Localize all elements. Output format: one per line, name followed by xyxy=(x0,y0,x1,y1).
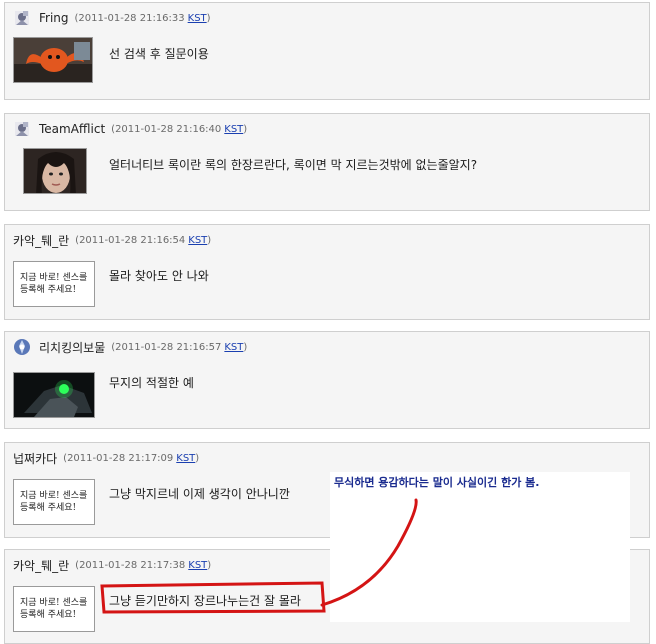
comment-thumbnail-placeholder[interactable]: 지금 바로! 센스를 등록해 주세요! xyxy=(13,261,95,307)
user-badge-icon xyxy=(13,9,31,27)
user-badge-icon xyxy=(13,120,31,138)
timestamp-close: ) xyxy=(207,559,212,571)
comment-text: 얼터너티브 록이란 록의 한장르란다, 록이면 막 지르는것밖에 없는줄알지? xyxy=(109,158,478,172)
comment-meta: 리치킹의보물 (2011-01-28 21:16:57 KST ) xyxy=(13,338,247,356)
comment-author[interactable]: 리치킹의보물 xyxy=(39,339,105,356)
comment-card: 카악_퉤_란 (2011-01-28 21:16:54 KST ) 지금 바로!… xyxy=(4,224,650,320)
comment-card: TeamAfflict (2011-01-28 21:16:40 KST ) 얼… xyxy=(4,113,650,211)
comment-author[interactable]: 카악_퉤_란 xyxy=(13,557,69,574)
comment-timestamp: (2011-01-28 21:16:54 xyxy=(75,234,186,246)
comment-text: 선 검색 후 질문이용 xyxy=(109,47,209,61)
comment-card: 리치킹의보물 (2011-01-28 21:16:57 KST ) 무지의 적절… xyxy=(4,331,650,429)
timezone-link[interactable]: KST xyxy=(224,342,243,353)
comment-meta: 카악_퉤_란 (2011-01-28 21:16:54 KST ) xyxy=(13,231,211,249)
comment-meta: Fring (2011-01-28 21:16:33 KST ) xyxy=(13,9,211,27)
timezone-link[interactable]: KST xyxy=(188,235,207,246)
placeholder-line: 등록해 주세요! xyxy=(20,610,77,620)
comment-meta: TeamAfflict (2011-01-28 21:16:40 KST ) xyxy=(13,120,247,138)
comment-timestamp: (2011-01-28 21:16:40 xyxy=(111,123,222,135)
comment-author[interactable]: TeamAfflict xyxy=(39,122,105,136)
placeholder-line: 지금 바로! 센스를 xyxy=(20,273,88,283)
placeholder-line: 지금 바로! 센스를 xyxy=(20,491,88,501)
comment-timestamp: (2011-01-28 21:16:33 xyxy=(74,12,185,24)
placeholder-line: 지금 바로! 센스를 xyxy=(20,598,88,608)
comment-thumbnail-placeholder[interactable]: 지금 바로! 센스를 등록해 주세요! xyxy=(13,586,95,632)
timestamp-close: ) xyxy=(243,341,248,353)
placeholder-line: 등록해 주세요! xyxy=(20,285,77,295)
comment-timestamp: (2011-01-28 21:17:09 xyxy=(63,452,174,464)
placeholder-line: 등록해 주세요! xyxy=(20,503,77,513)
comment-text: 그냥 듣기만하지 장르나누는건 잘 몰라 xyxy=(109,594,301,608)
comment-text: 무지의 적절한 예 xyxy=(109,376,194,390)
comment-card: Fring (2011-01-28 21:16:33 KST ) 선 검색 후 … xyxy=(4,2,650,100)
timezone-link[interactable]: KST xyxy=(224,124,243,135)
user-badge-icon xyxy=(13,338,31,356)
comment-author[interactable]: 카악_퉤_란 xyxy=(13,232,69,249)
comment-author[interactable]: 넙쩌카다 xyxy=(13,450,57,467)
timezone-link[interactable]: KST xyxy=(188,560,207,571)
comment-author[interactable]: Fring xyxy=(39,11,69,25)
comment-timestamp: (2011-01-28 21:17:38 xyxy=(75,559,186,571)
comment-meta: 카악_퉤_란 (2011-01-28 21:17:38 KST ) xyxy=(13,556,211,574)
timezone-link[interactable]: KST xyxy=(188,13,207,24)
comment-thumbnail[interactable] xyxy=(13,37,93,83)
comment-text: 그냥 막지르네 이제 생각이 안나니깐 xyxy=(109,487,290,501)
annotation-text: 무식하면 용감하다는 말이 사실이긴 한가 봄. xyxy=(334,476,540,489)
timestamp-close: ) xyxy=(243,123,248,135)
timestamp-close: ) xyxy=(207,234,212,246)
timestamp-close: ) xyxy=(195,452,200,464)
comment-thumbnail[interactable] xyxy=(13,372,95,418)
annotation-callout: 무식하면 용감하다는 말이 사실이긴 한가 봄. xyxy=(330,472,630,622)
comment-meta: 넙쩌카다 (2011-01-28 21:17:09 KST ) xyxy=(13,449,199,467)
comment-thumbnail[interactable] xyxy=(23,148,87,194)
comment-thumbnail-placeholder[interactable]: 지금 바로! 센스를 등록해 주세요! xyxy=(13,479,95,525)
comment-text: 몰라 찾아도 안 나와 xyxy=(109,269,209,283)
timezone-link[interactable]: KST xyxy=(176,453,195,464)
comment-timestamp: (2011-01-28 21:16:57 xyxy=(111,341,222,353)
timestamp-close: ) xyxy=(206,12,211,24)
